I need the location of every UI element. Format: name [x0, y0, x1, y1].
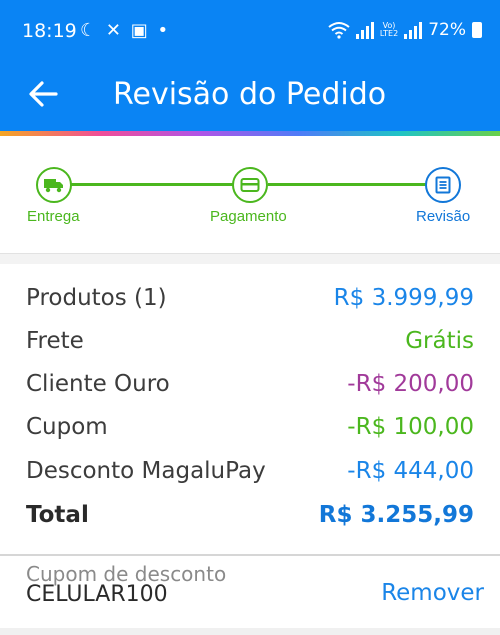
- summary-row-cupom: Cupom -R$ 100,00: [26, 409, 474, 445]
- summary-row-frete: Frete Grátis: [26, 323, 474, 359]
- truck-icon: [44, 179, 63, 193]
- summary-label: Frete: [26, 328, 84, 354]
- summary-value: R$ 3.999,99: [333, 285, 474, 311]
- card-icon: [240, 178, 260, 192]
- summary-label: Desconto MagaluPay: [26, 458, 266, 484]
- section-gap: [0, 254, 500, 264]
- step-connector-2: [268, 183, 426, 186]
- step-label-pagamento: Pagamento: [210, 208, 287, 225]
- signal-icon-2: [404, 21, 423, 39]
- summary-value: -R$ 100,00: [347, 414, 474, 440]
- moon-icon: ☾: [80, 20, 99, 41]
- order-summary: Produtos (1) R$ 3.999,99 Frete Grátis Cl…: [0, 264, 500, 554]
- step-label-revisao: Revisão: [416, 208, 471, 225]
- total-value: R$ 3.255,99: [318, 502, 474, 528]
- status-system-icons: Vo) LTE2 72%: [328, 20, 482, 40]
- step-revisao[interactable]: [425, 167, 461, 203]
- coupon-code: CELULAR100: [26, 582, 168, 607]
- status-bar: 18:19 ☾ ✕ ▣ • Vo) LTE2 72%: [0, 0, 500, 62]
- app-bar: 18:19 ☾ ✕ ▣ • Vo) LTE2 72% Revisão do Pe…: [0, 0, 500, 132]
- total-label: Total: [26, 502, 89, 528]
- summary-row-produtos: Produtos (1) R$ 3.999,99: [26, 280, 474, 316]
- summary-label: Cupom: [26, 414, 108, 440]
- battery-icon: [472, 22, 482, 38]
- people-icon: ✕: [105, 20, 123, 41]
- page-title: Revisão do Pedido: [113, 77, 387, 112]
- wifi-icon: [328, 22, 350, 39]
- mail-icon: ▣: [130, 20, 150, 41]
- receipt-icon: [435, 176, 451, 194]
- step-pagamento[interactable]: [232, 167, 268, 203]
- battery-level: 72%: [428, 20, 466, 40]
- summary-row-cliente-ouro: Cliente Ouro -R$ 200,00: [26, 366, 474, 402]
- summary-row-total: Total R$ 3.255,99: [26, 497, 474, 533]
- checkout-stepper: Entrega Pagamento Revisão: [0, 136, 500, 254]
- dot-icon: •: [157, 20, 171, 41]
- status-notification-icons: ☾ ✕ ▣ •: [80, 20, 170, 41]
- summary-row-magalupay: Desconto MagaluPay -R$ 444,00: [26, 453, 474, 489]
- volte-icon: Vo) LTE2: [379, 21, 399, 38]
- summary-value: -R$ 200,00: [347, 371, 474, 397]
- summary-label: Produtos (1): [26, 285, 167, 311]
- summary-label: Cliente Ouro: [26, 371, 170, 397]
- summary-value: -R$ 444,00: [347, 458, 474, 484]
- remove-coupon-button[interactable]: Remover: [381, 580, 484, 606]
- summary-value: Grátis: [405, 328, 474, 354]
- step-connector-1: [70, 183, 234, 186]
- bottom-strip: [0, 628, 500, 635]
- step-entrega[interactable]: [36, 167, 72, 203]
- back-arrow-icon[interactable]: [26, 78, 62, 110]
- signal-icon: [355, 21, 374, 39]
- status-time: 18:19: [22, 20, 77, 42]
- step-label-entrega: Entrega: [27, 208, 80, 225]
- coupon-section: Cupom de desconto CELULAR100 Remover: [0, 556, 500, 628]
